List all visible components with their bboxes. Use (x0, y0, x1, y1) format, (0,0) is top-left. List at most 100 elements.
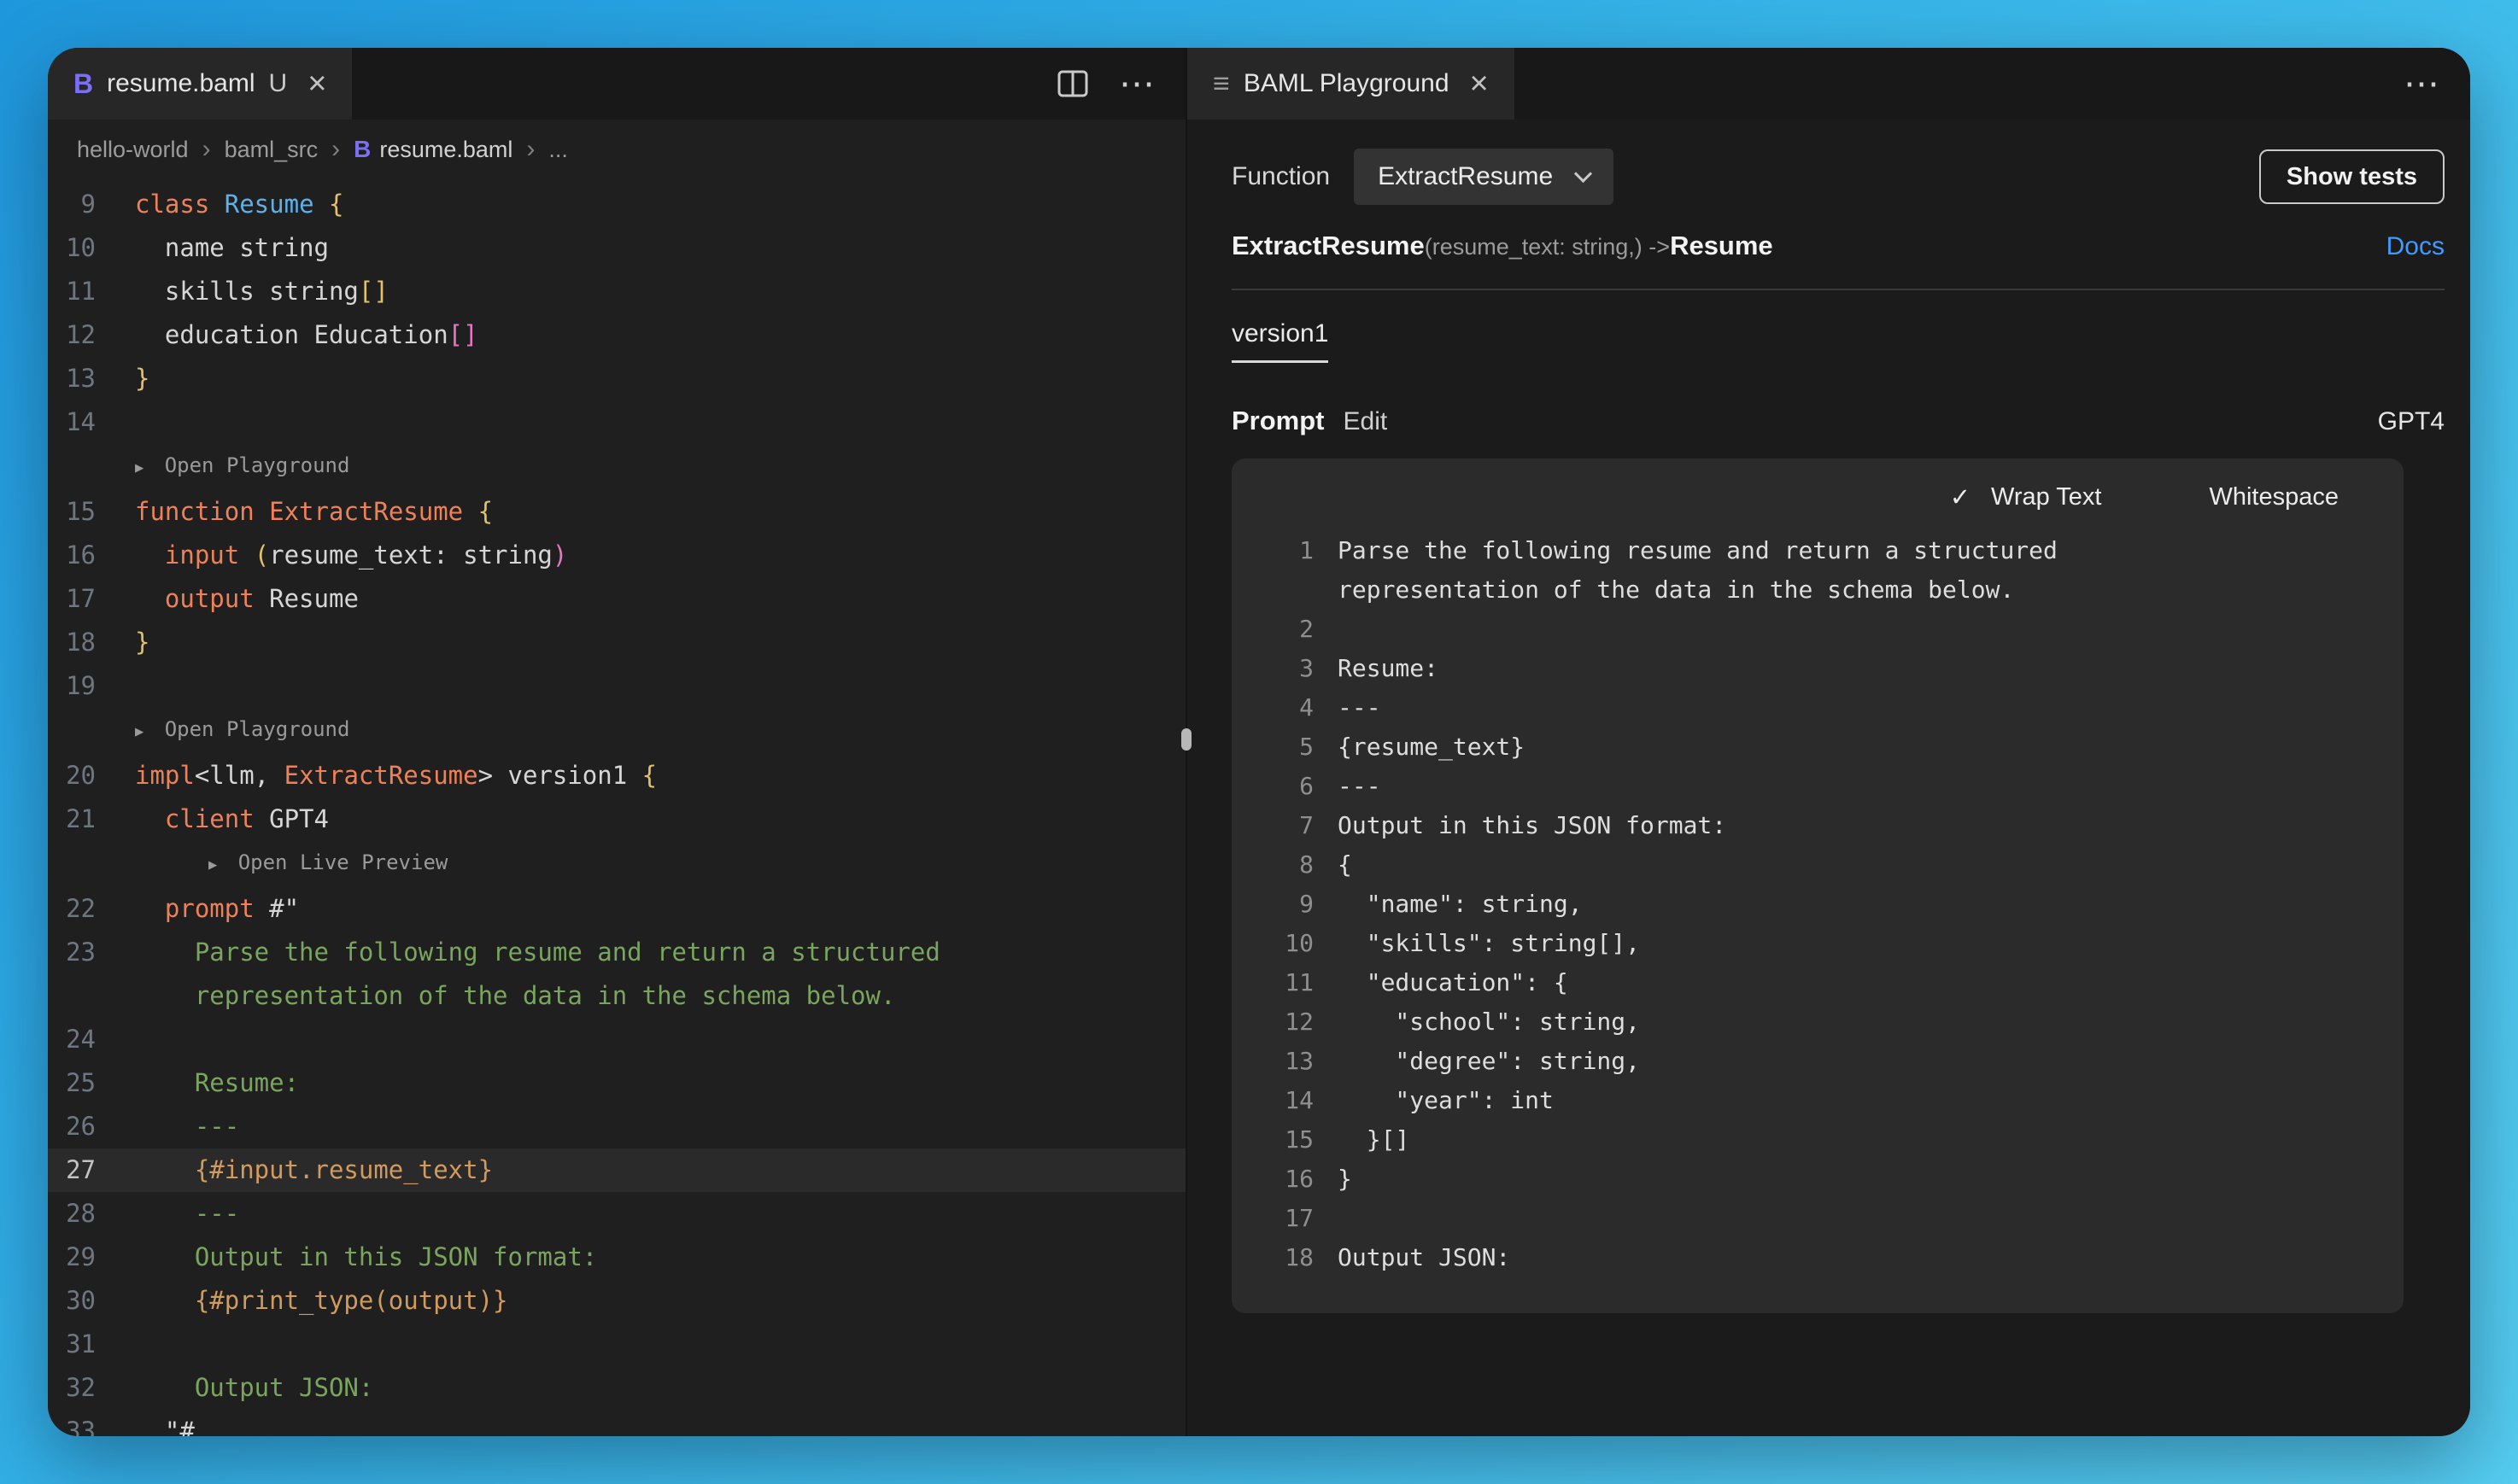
playground-body: Function ExtractResume Show tests Extrac… (1187, 120, 2470, 1436)
code-row[interactable]: 9class Resume { (48, 183, 1186, 226)
code-row[interactable]: 10 name string (48, 226, 1186, 270)
codelens-row[interactable]: ▶ Open Live Preview (48, 841, 1186, 887)
code-row[interactable]: 27 {#input.resume_text} (48, 1148, 1186, 1192)
codelens-label[interactable]: Open Playground (152, 453, 349, 477)
breadcrumb-item-hello-world[interactable]: hello-world (77, 137, 189, 163)
codelens-row[interactable]: ▶ Open Playground (48, 708, 1186, 754)
prompt-label: Prompt (1232, 406, 1325, 436)
code-row[interactable]: 17 output Resume (48, 577, 1186, 621)
preview-line-number: 16 (1269, 1160, 1314, 1199)
codelens-label[interactable]: Open Live Preview (225, 850, 448, 874)
breadcrumb-item-resume-baml[interactable]: B resume.baml (354, 136, 512, 163)
preview-line-number: 17 (1269, 1199, 1314, 1238)
preview-line-number: 14 (1269, 1081, 1314, 1120)
show-tests-button[interactable]: Show tests (2259, 149, 2445, 204)
code-row[interactable]: 25 Resume: (48, 1061, 1186, 1105)
play-triangle-icon: ▶ (135, 723, 143, 740)
preview-code-row: 14 "year": int (1269, 1081, 2369, 1120)
preview-line-text: {resume_text} (1338, 727, 1525, 767)
wrap-text-toggle[interactable]: ✓ Wrap Text (1950, 482, 2102, 512)
tab-version1[interactable]: version1 (1232, 319, 1328, 363)
signature-return-type: Resume (1670, 231, 1773, 261)
line-number: 25 (48, 1061, 96, 1105)
code-row[interactable]: 12 education Education[] (48, 313, 1186, 357)
preview-line-number: 8 (1269, 845, 1314, 885)
code-row[interactable]: 24 (48, 1018, 1186, 1061)
preview-line-text: } (1338, 1160, 1352, 1199)
code-row[interactable]: 29 Output in this JSON format: (48, 1236, 1186, 1279)
tab-title: resume.baml (107, 69, 255, 98)
docs-link[interactable]: Docs (2386, 232, 2445, 261)
preview-code-row: 10 "skills": string[], (1269, 924, 2369, 963)
line-number: 17 (48, 577, 96, 621)
preview-line-text: "education": { (1338, 963, 1568, 1002)
preview-line-text: Output in this JSON format: (1338, 806, 1726, 845)
preview-code-row: 3 Resume: (1269, 649, 2369, 688)
code-row[interactable]: representation of the data in the schema… (48, 974, 1186, 1018)
edit-prompt-link[interactable]: Edit (1344, 407, 1388, 436)
code-row[interactable]: 15function ExtractResume { (48, 490, 1186, 534)
code-row[interactable]: 30 {#print_type(output)} (48, 1279, 1186, 1323)
line-number: 16 (48, 534, 96, 577)
code-row[interactable]: 23 Parse the following resume and return… (48, 931, 1186, 974)
codelens-label[interactable]: Open Playground (152, 717, 349, 741)
preview-line-text: "degree": string, (1338, 1042, 1640, 1081)
preview-line-text: Parse the following resume and return a … (1338, 531, 2058, 570)
editor-code[interactable]: 9class Resume {10 name string11 skills s… (48, 179, 1186, 1436)
code-row[interactable]: 18} (48, 621, 1186, 664)
codelens-row[interactable]: ▶ Open Playground (48, 444, 1186, 490)
more-actions-icon[interactable]: ⋯ (1119, 66, 1155, 102)
tab-resume-baml[interactable]: B resume.baml U × (48, 48, 352, 120)
code-row[interactable]: 31 (48, 1323, 1186, 1366)
close-tab-icon[interactable]: × (1470, 67, 1489, 100)
code-row[interactable]: 21 client GPT4 (48, 798, 1186, 841)
code-row[interactable]: 19 (48, 664, 1186, 708)
line-number: 33 (48, 1410, 96, 1436)
line-number: 10 (48, 226, 96, 270)
code-row[interactable]: 32 Output JSON: (48, 1366, 1186, 1410)
playground-list-icon: ≡ (1213, 67, 1230, 101)
code-row[interactable]: 16 input (resume_text: string) (48, 534, 1186, 577)
code-row[interactable]: 22 prompt #" (48, 887, 1186, 931)
whitespace-toggle[interactable]: Whitespace (2209, 483, 2339, 511)
close-tab-icon[interactable]: × (307, 67, 326, 100)
editor-pane: B resume.baml U × ⋯ hello-world › baml_s… (48, 48, 1186, 1436)
line-number: 20 (48, 754, 96, 798)
prompt-preview-code: 1Parse the following resume and return a… (1269, 531, 2369, 1277)
preview-line-text: representation of the data in the schema… (1338, 570, 2014, 610)
more-actions-icon[interactable]: ⋯ (2404, 66, 2439, 102)
preview-code-row: 2 (1269, 610, 2369, 649)
preview-line-number: 3 (1269, 649, 1314, 688)
breadcrumb: hello-world › baml_src › B resume.baml ›… (48, 120, 1186, 179)
code-row[interactable]: 20impl<llm, ExtractResume> version1 { (48, 754, 1186, 798)
preview-line-number: 7 (1269, 806, 1314, 845)
line-number: 18 (48, 621, 96, 664)
breadcrumb-item-baml-src[interactable]: baml_src (225, 137, 319, 163)
app-window: B resume.baml U × ⋯ hello-world › baml_s… (48, 48, 2470, 1436)
pane-resize-handle[interactable] (1181, 728, 1192, 751)
model-badge: GPT4 (2378, 407, 2445, 436)
code-row[interactable]: 28 --- (48, 1192, 1186, 1236)
signature-name: ExtractResume (1232, 231, 1425, 261)
preview-line-text: { (1338, 845, 1352, 885)
split-editor-icon[interactable] (1057, 70, 1088, 97)
preview-code-row: 11 "education": { (1269, 963, 2369, 1002)
code-row[interactable]: 26 --- (48, 1105, 1186, 1148)
preview-line-text: Resume: (1338, 649, 1438, 688)
code-row[interactable]: 14 (48, 400, 1186, 444)
code-row[interactable]: 13} (48, 357, 1186, 400)
chevron-down-icon (1574, 164, 1592, 182)
preview-code-row: 17 (1269, 1199, 2369, 1238)
line-number: 28 (48, 1192, 96, 1236)
code-row[interactable]: 33 "# (48, 1410, 1186, 1436)
function-dropdown[interactable]: ExtractResume (1354, 149, 1613, 205)
breadcrumb-item-ellipsis[interactable]: ... (548, 137, 568, 163)
preview-line-number: 18 (1269, 1238, 1314, 1277)
preview-code-row: 8{ (1269, 845, 2369, 885)
tab-title: BAML Playground (1244, 69, 1449, 98)
code-row[interactable]: 11 skills string[] (48, 270, 1186, 313)
line-number (48, 444, 96, 490)
pane-divider[interactable] (1186, 48, 1187, 1436)
tab-baml-playground[interactable]: ≡ BAML Playground × (1187, 48, 1514, 120)
line-number: 31 (48, 1323, 96, 1366)
